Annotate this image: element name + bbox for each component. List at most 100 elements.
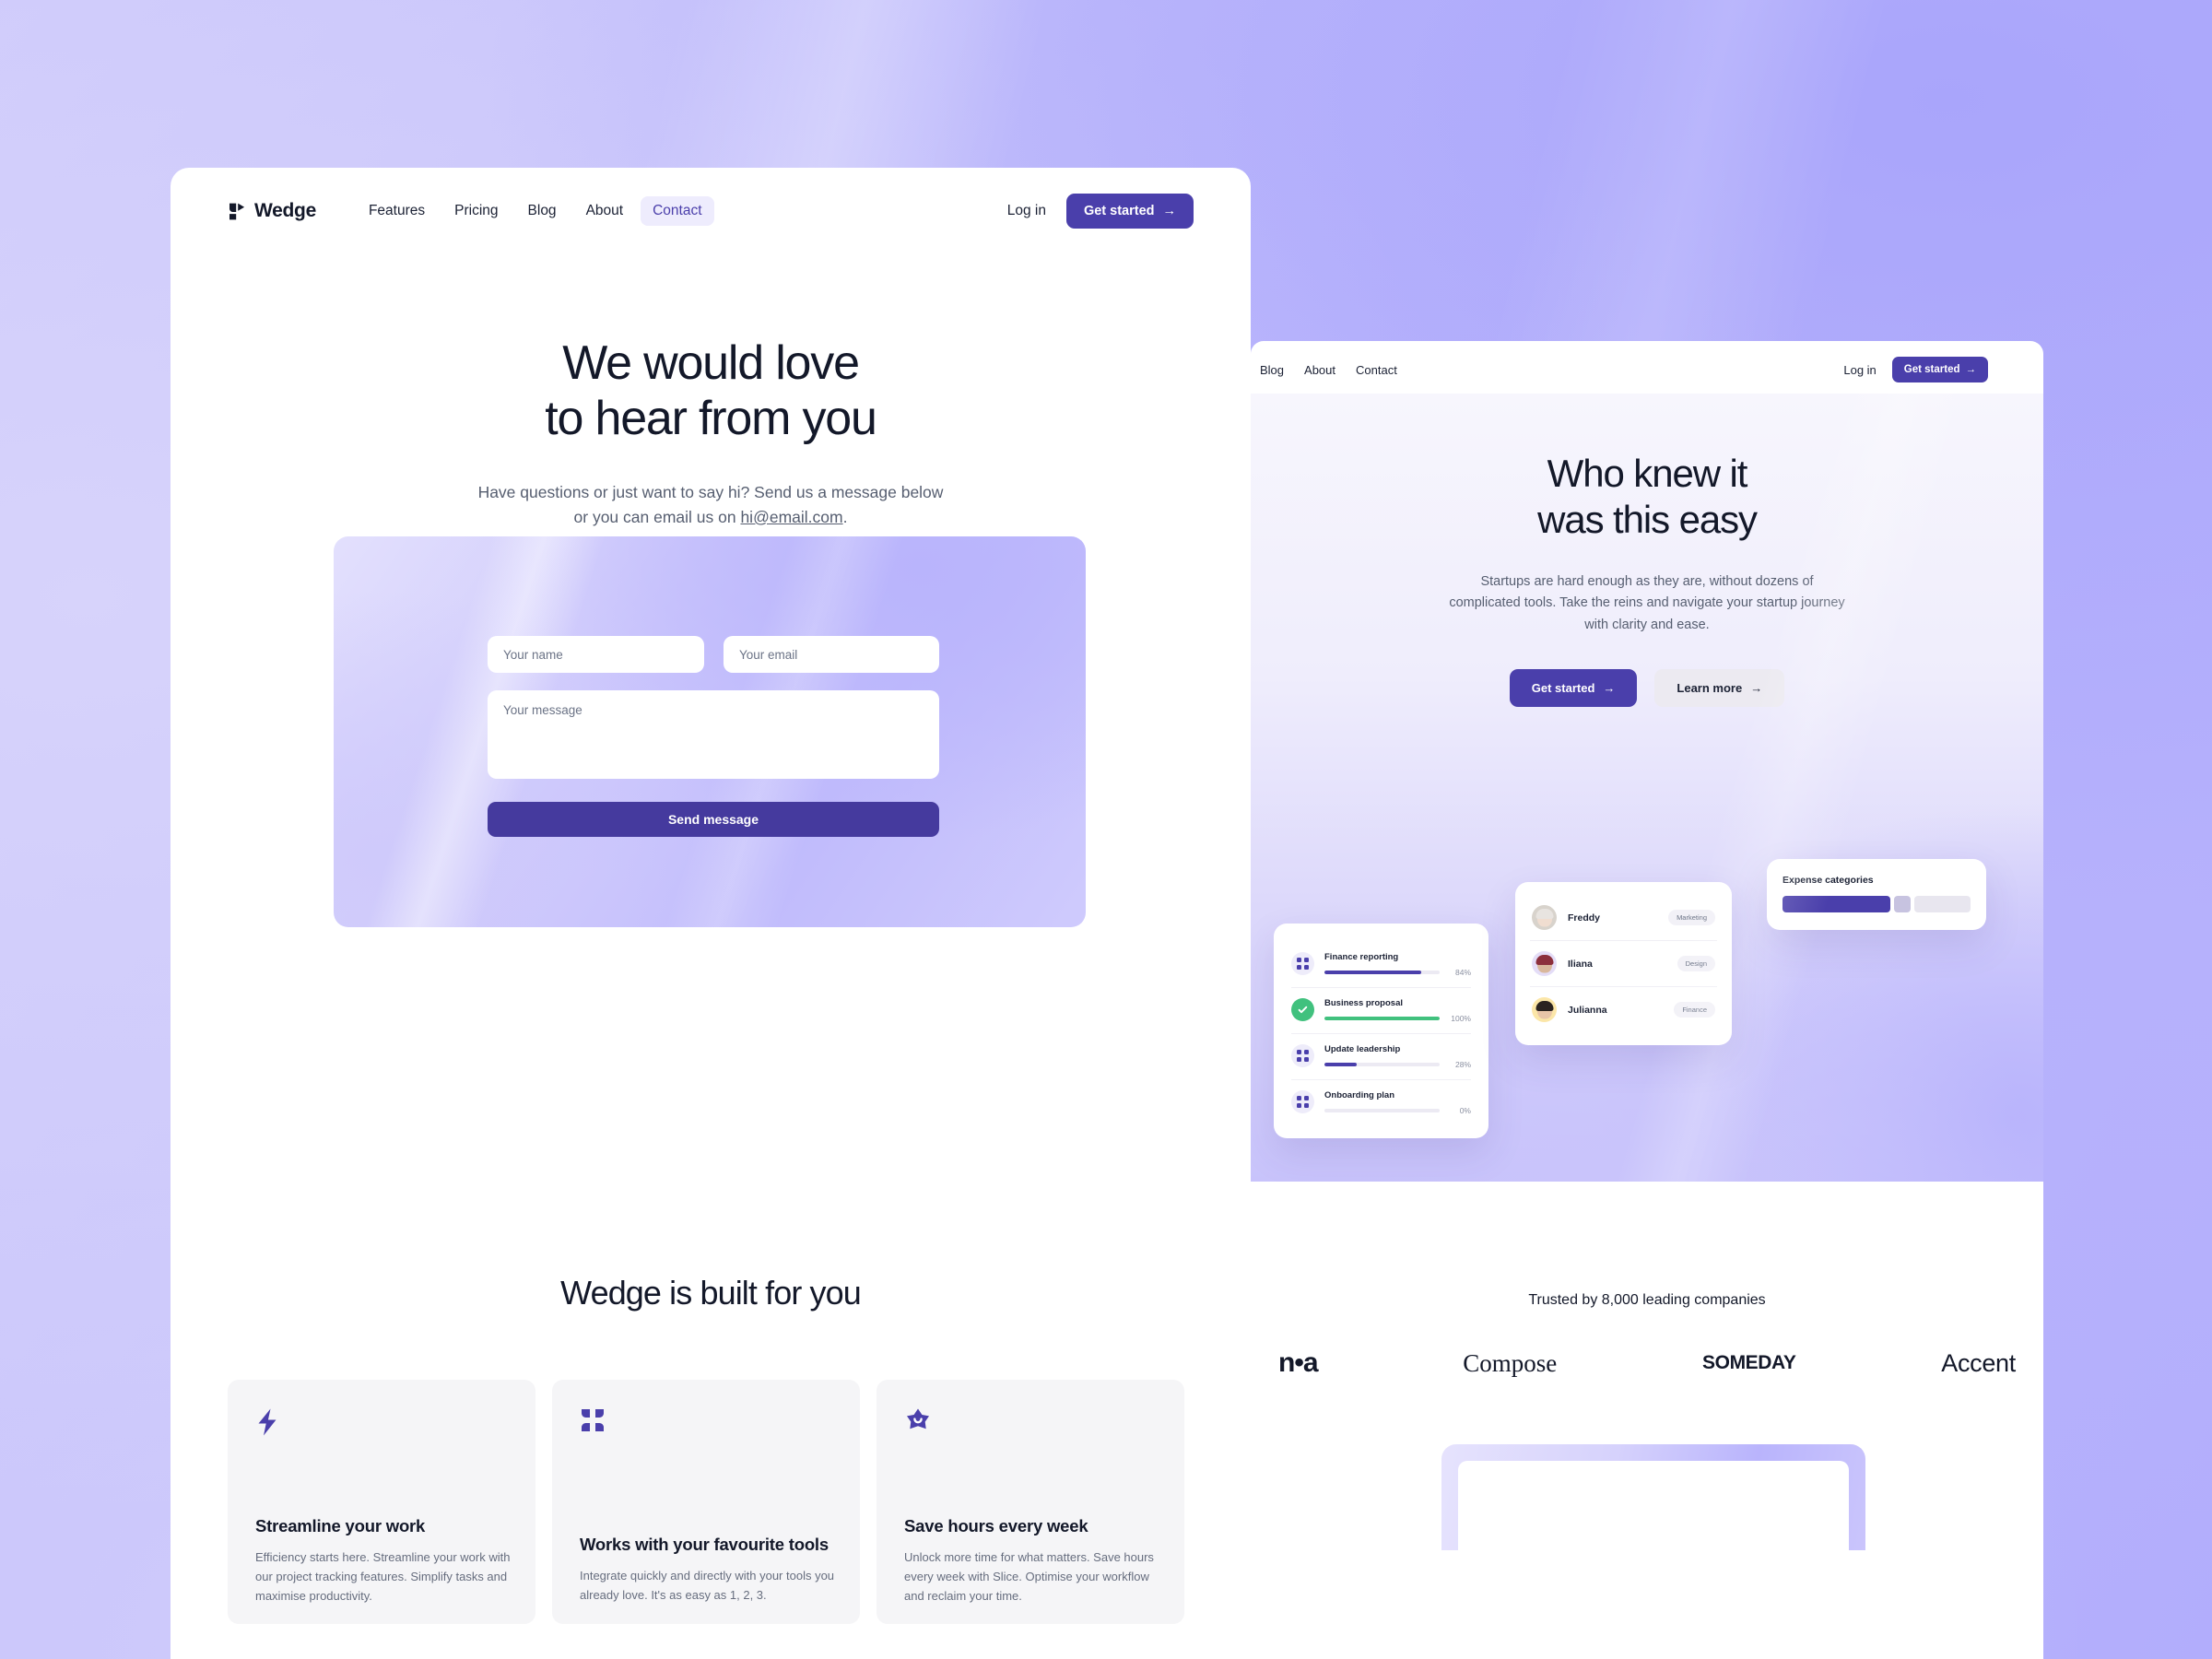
- message-input[interactable]: [488, 690, 939, 779]
- nav-item-blog[interactable]: Blog: [516, 196, 569, 226]
- four-dots-icon: [1291, 1090, 1314, 1113]
- primary-navbar: Wedge Features Pricing Blog About Contac…: [171, 179, 1251, 243]
- hero-learn-more-button[interactable]: Learn more →: [1654, 669, 1785, 708]
- get-started-label: Get started: [1083, 204, 1155, 218]
- four-dots-icon: [1291, 952, 1314, 975]
- page-title-line-1: We would love: [562, 336, 860, 390]
- name-email-row: [488, 636, 939, 673]
- expense-categories-title: Expense categories: [1783, 875, 1874, 886]
- avatar: [1532, 905, 1557, 930]
- hero-title: Who knew it was this easy: [1251, 394, 2043, 544]
- avatar: [1532, 997, 1557, 1022]
- company-logo-someday: SOMEDAY: [1702, 1352, 1796, 1373]
- progress-bar: [1324, 1109, 1440, 1112]
- task-body: Update leadership 28%: [1324, 1044, 1471, 1069]
- nav-item-about[interactable]: About: [1304, 363, 1335, 377]
- nav-item-blog[interactable]: Blog: [1260, 363, 1284, 377]
- team-member-row[interactable]: Julianna Finance: [1530, 986, 1717, 1032]
- contact-form: Send message: [488, 636, 939, 837]
- task-body: Finance reporting 84%: [1324, 952, 1471, 977]
- bottom-gradient-card: [1441, 1444, 1865, 1550]
- nav-item-contact[interactable]: Contact: [641, 196, 714, 226]
- hero-get-started-button[interactable]: Get started →: [1509, 669, 1638, 708]
- four-dots-icon: [1291, 1044, 1314, 1067]
- landing-page-panel: Blog About Contact Log in Get started → …: [1251, 341, 2043, 1659]
- lightning-bolt-icon: [255, 1407, 508, 1439]
- nav-links: Features Pricing Blog About Contact: [357, 196, 714, 226]
- nav-item-contact[interactable]: Contact: [1356, 363, 1397, 377]
- task-body: Onboarding plan 0%: [1324, 1090, 1471, 1115]
- task-percent: 100%: [1451, 1014, 1471, 1023]
- send-message-button[interactable]: Send message: [488, 802, 939, 837]
- feature-card[interactable]: Works with your favourite tools Integrat…: [552, 1380, 860, 1624]
- nav-item-about[interactable]: About: [574, 196, 636, 226]
- expense-segment: [1783, 896, 1891, 912]
- feature-card[interactable]: Save hours every week Unlock more time f…: [877, 1380, 1184, 1624]
- email-link[interactable]: hi@email.com: [740, 508, 842, 526]
- page-subtitle: Have questions or just want to say hi? S…: [171, 480, 1251, 530]
- hero-get-started-label: Get started: [1531, 681, 1595, 696]
- task-percent: 84%: [1454, 968, 1471, 977]
- trusted-by-section: Trusted by 8,000 leading companies n•a C…: [1251, 1182, 2043, 1550]
- page-title: We would love to hear from you: [171, 335, 1251, 447]
- feature-cards: Streamline your work Efficiency starts h…: [228, 1380, 1184, 1624]
- task-row[interactable]: Business proposal 100%: [1291, 987, 1471, 1033]
- page-subtitle-line-2-pre: or you can email us on: [573, 507, 741, 526]
- hero-title-line-1: Who knew it: [1547, 452, 1748, 495]
- feature-card-body: Unlock more time for what matters. Save …: [904, 1550, 1154, 1604]
- nav-item-pricing[interactable]: Pricing: [442, 196, 510, 226]
- task-title: Onboarding plan: [1324, 1090, 1394, 1100]
- team-member-row[interactable]: Freddy Marketing: [1530, 895, 1717, 940]
- hero-subtitle: Startups are hard enough as they are, wi…: [1449, 573, 1845, 632]
- feature-card-title: Works with your favourite tools: [580, 1535, 829, 1554]
- get-started-label: Get started: [1903, 364, 1960, 375]
- team-member-tag: Design: [1677, 956, 1715, 971]
- desktop-background: Wedge Features Pricing Blog About Contac…: [0, 0, 2212, 1659]
- team-members-card: Freddy Marketing Iliana Design Julianna …: [1515, 882, 1732, 1045]
- bottom-card-inner: [1458, 1461, 1849, 1550]
- login-link[interactable]: Log in: [1007, 203, 1046, 219]
- wedge-logo-icon: [229, 203, 245, 219]
- star-smile-icon: [904, 1407, 1157, 1439]
- page-subtitle-line-1: Have questions or just want to say hi? S…: [477, 482, 944, 501]
- task-title: Business proposal: [1324, 998, 1403, 1008]
- progress-bar: [1324, 1063, 1440, 1066]
- check-icon: [1291, 998, 1314, 1021]
- feature-card-title: Save hours every week: [904, 1516, 1088, 1535]
- task-row[interactable]: Update leadership 28%: [1291, 1033, 1471, 1079]
- task-title: Finance reporting: [1324, 952, 1399, 962]
- login-link[interactable]: Log in: [1843, 363, 1876, 377]
- team-member-tag: Finance: [1674, 1002, 1715, 1018]
- nav-item-features[interactable]: Features: [357, 196, 437, 226]
- trusted-by-label: Trusted by 8,000 leading companies: [1528, 1292, 1766, 1308]
- get-started-button[interactable]: Get started →: [1065, 194, 1194, 229]
- team-member-name: Julianna: [1568, 1004, 1607, 1016]
- team-member-tag: Marketing: [1668, 910, 1715, 925]
- team-member-name: Freddy: [1568, 912, 1601, 924]
- email-input[interactable]: [724, 636, 939, 673]
- secondary-navbar: Blog About Contact Log in Get started →: [1251, 346, 2043, 394]
- team-member-row[interactable]: Iliana Design: [1530, 940, 1717, 986]
- task-progress: 84%: [1324, 968, 1471, 977]
- tasks-card: Finance reporting 84% Business proposal: [1274, 924, 1488, 1138]
- feature-card[interactable]: Streamline your work Efficiency starts h…: [228, 1380, 535, 1624]
- page-subtitle-line-2-post: .: [842, 507, 848, 526]
- task-progress: 28%: [1324, 1060, 1471, 1069]
- arrow-right-icon: →: [1603, 681, 1616, 696]
- get-started-button[interactable]: Get started →: [1891, 357, 1988, 382]
- task-row[interactable]: Finance reporting 84%: [1291, 942, 1471, 987]
- team-member-name: Iliana: [1568, 958, 1593, 970]
- company-logo-na: n•a: [1278, 1347, 1319, 1378]
- page-title-line-2: to hear from you: [545, 392, 877, 446]
- company-logo-accent: Accent: [1941, 1348, 2016, 1377]
- arrow-right-icon: →: [1750, 681, 1763, 696]
- task-body: Business proposal 100%: [1324, 998, 1471, 1023]
- company-logo-compose: Compose: [1463, 1348, 1558, 1377]
- feature-card-body: Integrate quickly and directly with your…: [580, 1569, 835, 1603]
- four-dots-icon: [580, 1407, 832, 1439]
- brand-logo[interactable]: Wedge: [228, 200, 316, 222]
- arrow-right-icon: →: [1162, 204, 1177, 218]
- name-input[interactable]: [488, 636, 704, 673]
- hero-actions: Get started → Learn more →: [1251, 669, 2043, 708]
- task-row[interactable]: Onboarding plan 0%: [1291, 1079, 1471, 1125]
